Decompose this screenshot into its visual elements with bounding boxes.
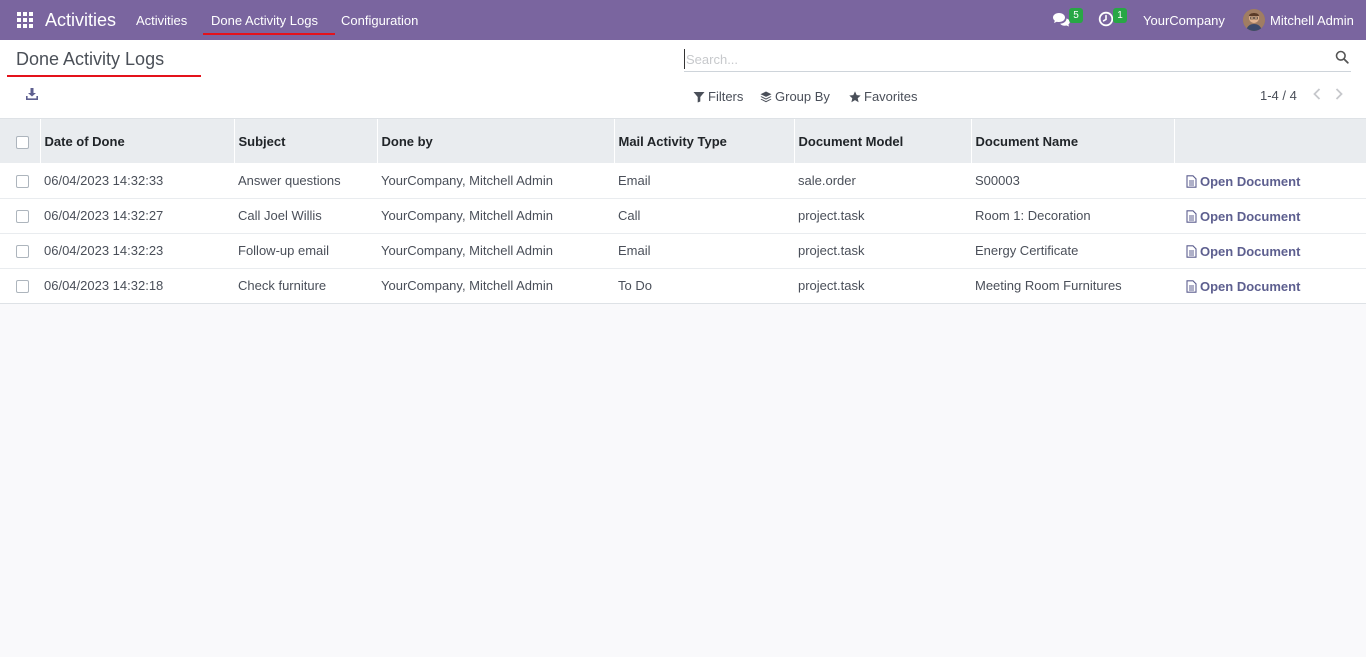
select-all-cell: [0, 119, 40, 163]
search-bar: [684, 47, 1351, 72]
table-row[interactable]: 06/04/2023 14:32:27 Call Joel Willis You…: [0, 198, 1366, 234]
row-select-cell: [0, 198, 40, 234]
cell-subject[interactable]: Call Joel Willis: [234, 198, 377, 234]
cell-subject[interactable]: Answer questions: [234, 163, 377, 199]
cell-done-by[interactable]: YourCompany, Mitchell Admin: [377, 163, 614, 199]
open-document-button[interactable]: Open Document: [1186, 279, 1300, 294]
column-header-mail-activity-type[interactable]: Mail Activity Type: [613, 119, 794, 163]
column-header-subject[interactable]: Subject: [233, 119, 377, 163]
row-select-cell: [0, 268, 40, 304]
pager-next-icon[interactable]: [1333, 87, 1345, 101]
menu-item-configuration[interactable]: Configuration: [341, 13, 418, 28]
open-document-button[interactable]: Open Document: [1186, 244, 1300, 259]
document-icon: [1186, 210, 1197, 223]
row-checkbox[interactable]: [16, 174, 29, 188]
cell-date-of-done[interactable]: 06/04/2023 14:32:18: [40, 268, 234, 304]
cell-document-model[interactable]: project.task: [794, 198, 971, 234]
cell-done-by[interactable]: YourCompany, Mitchell Admin: [377, 233, 614, 269]
cell-mail-activity-type[interactable]: Call: [614, 198, 794, 234]
cell-document-name[interactable]: Energy Certificate: [971, 233, 1174, 269]
open-document-button[interactable]: Open Document: [1186, 209, 1300, 224]
column-header-document-name[interactable]: Document Name: [970, 119, 1174, 163]
open-document-label: Open Document: [1200, 173, 1301, 189]
cell-subject[interactable]: Check furniture: [234, 268, 377, 304]
row-select-cell: [0, 163, 40, 199]
group-by-label: Group By: [775, 89, 830, 104]
column-header-actions: [1173, 119, 1366, 163]
row-checkbox[interactable]: [16, 280, 29, 294]
filters-button[interactable]: Filters: [693, 89, 743, 104]
open-document-label: Open Document: [1200, 244, 1301, 259]
cell-done-by[interactable]: YourCompany, Mitchell Admin: [377, 198, 614, 234]
download-icon[interactable]: [25, 87, 39, 101]
open-document-label: Open Document: [1200, 209, 1301, 224]
top-navbar: Activities Activities Done Activity Logs…: [0, 0, 1366, 40]
user-menu[interactable]: Mitchell Admin: [1270, 13, 1354, 28]
table-row[interactable]: 06/04/2023 14:32:33 Answer questions You…: [0, 163, 1366, 199]
column-header-date-of-done[interactable]: Date of Done: [39, 119, 234, 163]
document-icon: [1186, 245, 1197, 258]
control-panel: Done Activity Logs Filters Group By Favo…: [0, 40, 1366, 119]
user-avatar[interactable]: [1243, 9, 1265, 31]
cell-done-by[interactable]: YourCompany, Mitchell Admin: [377, 268, 614, 304]
activities-count-badge: 1: [1113, 8, 1127, 23]
messages-count-badge: 5: [1069, 8, 1083, 23]
open-document-button[interactable]: Open Document: [1186, 174, 1300, 189]
cell-actions: Open Document: [1174, 198, 1366, 234]
cell-actions: Open Document: [1174, 233, 1366, 269]
cell-date-of-done[interactable]: 06/04/2023 14:32:23: [40, 233, 234, 269]
cell-mail-activity-type[interactable]: Email: [614, 233, 794, 269]
favorites-label: Favorites: [864, 89, 918, 104]
filters-label: Filters: [708, 89, 744, 104]
cell-document-model[interactable]: sale.order: [794, 163, 971, 199]
row-select-cell: [0, 233, 40, 269]
filter-icon: [693, 91, 705, 102]
table-row[interactable]: 06/04/2023 14:32:23 Follow-up email Your…: [0, 233, 1366, 269]
cell-document-name[interactable]: S00003: [971, 163, 1174, 199]
cell-document-name[interactable]: Meeting Room Furnitures: [971, 268, 1174, 304]
active-menu-underline: [203, 33, 335, 35]
company-switcher[interactable]: YourCompany: [1143, 13, 1225, 28]
activity-clock-icon[interactable]: [1098, 11, 1114, 27]
table-row[interactable]: 06/04/2023 14:32:18 Check furniture Your…: [0, 268, 1366, 304]
document-icon: [1186, 280, 1197, 293]
cell-mail-activity-type[interactable]: To Do: [614, 268, 794, 304]
column-header-document-model[interactable]: Document Model: [793, 119, 971, 163]
cell-document-name[interactable]: Room 1: Decoration: [971, 198, 1174, 234]
favorites-button[interactable]: Favorites: [849, 89, 917, 104]
title-underline: [7, 75, 201, 77]
menu-item-done-activity-logs[interactable]: Done Activity Logs: [211, 13, 318, 28]
cell-actions: Open Document: [1174, 163, 1366, 199]
layers-icon: [760, 91, 772, 102]
cell-date-of-done[interactable]: 06/04/2023 14:32:27: [40, 198, 234, 234]
search-input[interactable]: [684, 49, 1314, 69]
cell-actions: Open Document: [1174, 268, 1366, 304]
pager-previous-icon[interactable]: [1311, 87, 1323, 101]
table-header-row: Date of Done Subject Done by Mail Activi…: [0, 119, 1366, 163]
cell-date-of-done[interactable]: 06/04/2023 14:32:33: [40, 163, 234, 199]
done-activity-list: Date of Done Subject Done by Mail Activi…: [0, 119, 1366, 304]
cell-subject[interactable]: Follow-up email: [234, 233, 377, 269]
star-icon: [849, 90, 861, 102]
app-brand[interactable]: Activities: [45, 10, 116, 31]
cell-document-model[interactable]: project.task: [794, 268, 971, 304]
apps-menu-icon[interactable]: [17, 12, 33, 28]
select-all-checkbox[interactable]: [16, 135, 29, 149]
group-by-button[interactable]: Group By: [760, 89, 830, 104]
cell-mail-activity-type[interactable]: Email: [614, 163, 794, 199]
chat-icon[interactable]: [1052, 12, 1070, 28]
document-icon: [1186, 175, 1197, 188]
cell-document-model[interactable]: project.task: [794, 233, 971, 269]
menu-item-activities[interactable]: Activities: [136, 13, 187, 28]
search-icon[interactable]: [1335, 50, 1349, 64]
open-document-label: Open Document: [1200, 279, 1301, 294]
row-checkbox[interactable]: [16, 210, 29, 224]
row-checkbox[interactable]: [16, 245, 29, 259]
page-title[interactable]: Done Activity Logs: [16, 49, 164, 70]
pager-value[interactable]: 1-4 / 4: [1260, 88, 1297, 103]
column-header-done-by[interactable]: Done by: [376, 119, 614, 163]
